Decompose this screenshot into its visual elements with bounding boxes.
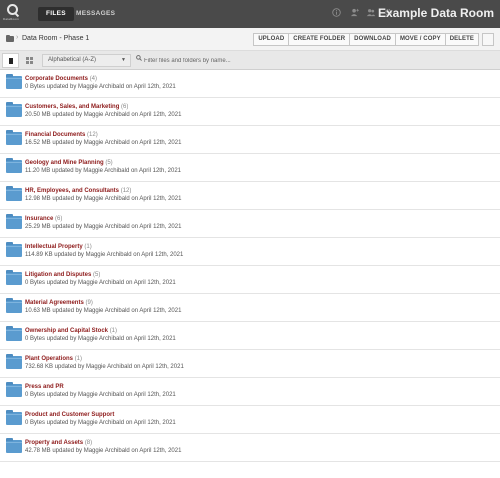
folder-list: Corporate Documents (4) 0 Bytes updated …: [0, 70, 500, 478]
folder-icon: [6, 214, 22, 229]
create-folder-button[interactable]: CREATE FOLDER: [288, 33, 351, 46]
folder-name[interactable]: Litigation and Disputes: [25, 272, 91, 278]
folder-icon: [6, 158, 22, 173]
list-item[interactable]: Intellectual Property (1) 114.89 KB upda…: [0, 238, 500, 266]
users-icon[interactable]: [349, 8, 361, 20]
item-count: (8): [84, 440, 93, 446]
folder-meta: 732.68 KB updated by Maggie Archibald on…: [25, 364, 184, 370]
folder-icon[interactable]: [6, 35, 14, 42]
folder-icon: [6, 298, 22, 313]
dataroom-logo-icon[interactable]: DataRoom: [3, 4, 21, 24]
folder-meta: 114.89 KB updated by Maggie Archibald on…: [25, 252, 184, 258]
folder-icon: [6, 438, 22, 453]
folder-meta: 16.52 MB updated by Maggie Archibald on …: [25, 140, 182, 146]
item-count: (6): [121, 104, 129, 110]
breadcrumb-bar: › Data Room - Phase 1 UPLOAD CREATE FOLD…: [0, 28, 500, 51]
room-title: Example Data Room: [377, 6, 494, 20]
item-count: (5): [93, 272, 101, 278]
list-item[interactable]: Press and PR 0 Bytes updated by Maggie A…: [0, 378, 500, 406]
folder-name[interactable]: Material Agreements: [25, 300, 84, 306]
upload-button[interactable]: UPLOAD: [253, 33, 290, 46]
list-item[interactable]: Litigation and Disputes (5) 0 Bytes upda…: [0, 266, 500, 294]
filter-box: [133, 54, 498, 67]
list-view-toggle[interactable]: [2, 53, 19, 68]
list-item[interactable]: Product and Customer Support 0 Bytes upd…: [0, 406, 500, 434]
folder-name[interactable]: Product and Customer Support: [25, 412, 114, 418]
folder-name[interactable]: Property and Assets: [25, 440, 83, 446]
folder-name[interactable]: Corporate Documents: [25, 76, 88, 82]
list-item[interactable]: Geology and Mine Planning (5) 11.20 MB u…: [0, 154, 500, 182]
folder-name[interactable]: Intellectual Property: [25, 244, 83, 250]
chevron-down-icon: ▼: [121, 57, 126, 63]
folder-meta: 42.78 MB updated by Maggie Archibald on …: [25, 448, 182, 454]
folder-icon: [6, 130, 22, 145]
item-count: (5): [105, 160, 113, 166]
folder-icon: [6, 242, 22, 257]
groups-icon[interactable]: [365, 8, 377, 20]
list-item[interactable]: Property and Assets (8) 42.78 MB updated…: [0, 434, 500, 462]
item-count: (6): [55, 216, 63, 222]
list-item[interactable]: Customers, Sales, and Marketing (6) 20.5…: [0, 98, 500, 126]
folder-icon: [6, 186, 22, 201]
item-count: (12): [87, 132, 98, 138]
breadcrumb-separator: ›: [16, 34, 19, 41]
folder-meta: 11.20 MB updated by Maggie Archibald on …: [25, 168, 181, 174]
list-item[interactable]: Ownership and Capital Stock (1) 0 Bytes …: [0, 322, 500, 350]
folder-name[interactable]: Press and PR: [25, 384, 64, 390]
folder-meta: 0 Bytes updated by Maggie Archibald on A…: [25, 392, 176, 398]
info-icon[interactable]: [330, 8, 342, 20]
move-copy-button[interactable]: MOVE / COPY: [394, 33, 446, 46]
list-toolbar: Alphabetical (A-Z) ▼: [0, 51, 500, 70]
search-icon: [136, 54, 142, 67]
folder-meta: 0 Bytes updated by Maggie Archibald on A…: [25, 336, 176, 342]
item-count: (9): [85, 300, 93, 306]
folder-name[interactable]: HR, Employees, and Consultants: [25, 188, 119, 194]
item-count: (4): [89, 76, 98, 82]
download-button[interactable]: DOWNLOAD: [349, 33, 396, 46]
folder-name[interactable]: Plant Operations: [25, 356, 73, 362]
folder-meta: 0 Bytes updated by Maggie Archibald on A…: [25, 280, 176, 286]
folder-meta: 10.63 MB updated by Maggie Archibald on …: [25, 308, 182, 314]
sort-select[interactable]: Alphabetical (A-Z) ▼: [42, 54, 131, 67]
folder-name[interactable]: Customers, Sales, and Marketing: [25, 104, 119, 110]
folder-icon: [6, 326, 22, 341]
grid-view-toggle[interactable]: [21, 53, 38, 68]
folder-meta: 0 Bytes updated by Maggie Archibald on A…: [25, 420, 176, 426]
list-item[interactable]: Plant Operations (1) 732.68 KB updated b…: [0, 350, 500, 378]
folder-name[interactable]: Geology and Mine Planning: [25, 160, 104, 166]
logo-ring: [7, 4, 18, 15]
folder-icon: [6, 382, 22, 397]
folder-meta: 0 Bytes updated by Maggie Archibald on A…: [25, 84, 176, 90]
item-count: (1): [109, 328, 118, 334]
list-item[interactable]: HR, Employees, and Consultants (12) 12.9…: [0, 182, 500, 210]
top-bar: DataRoom FILES MESSAGES Example Data Roo…: [0, 0, 500, 28]
folder-meta: 25.29 MB updated by Maggie Archibald on …: [25, 224, 182, 230]
folder-name[interactable]: Insurance: [25, 216, 53, 222]
folder-icon: [6, 354, 22, 369]
folder-icon: [6, 270, 22, 285]
delete-button[interactable]: DELETE: [444, 33, 479, 46]
folder-icon: [6, 410, 22, 425]
list-item[interactable]: Material Agreements (9) 10.63 MB updated…: [0, 294, 500, 322]
item-count: (12): [120, 188, 132, 194]
list-item[interactable]: Corporate Documents (4) 0 Bytes updated …: [0, 70, 500, 98]
sort-select-value: Alphabetical (A-Z): [48, 57, 97, 63]
breadcrumb-current[interactable]: Data Room - Phase 1: [22, 35, 89, 42]
filter-input[interactable]: [144, 54, 494, 67]
folder-icon: [6, 74, 22, 89]
list-item[interactable]: Insurance (6) 25.29 MB updated by Maggie…: [0, 210, 500, 238]
list-item[interactable]: Financial Documents (12) 16.52 MB update…: [0, 126, 500, 154]
folder-meta: 12.98 MB updated by Maggie Archibald on …: [25, 196, 182, 202]
more-options-button[interactable]: [482, 33, 494, 46]
item-count: (1): [74, 356, 83, 362]
logo-wordmark: DataRoom: [3, 17, 19, 21]
tab-messages[interactable]: MESSAGES: [68, 7, 123, 21]
folder-name[interactable]: Ownership and Capital Stock: [25, 328, 108, 334]
item-count: (1): [84, 244, 92, 250]
folder-name[interactable]: Financial Documents: [25, 132, 85, 138]
action-buttons: UPLOAD CREATE FOLDER DOWNLOAD MOVE / COP…: [253, 33, 494, 46]
folder-icon: [6, 102, 22, 117]
folder-meta: 20.50 MB updated by Maggie Archibald on …: [25, 112, 182, 118]
